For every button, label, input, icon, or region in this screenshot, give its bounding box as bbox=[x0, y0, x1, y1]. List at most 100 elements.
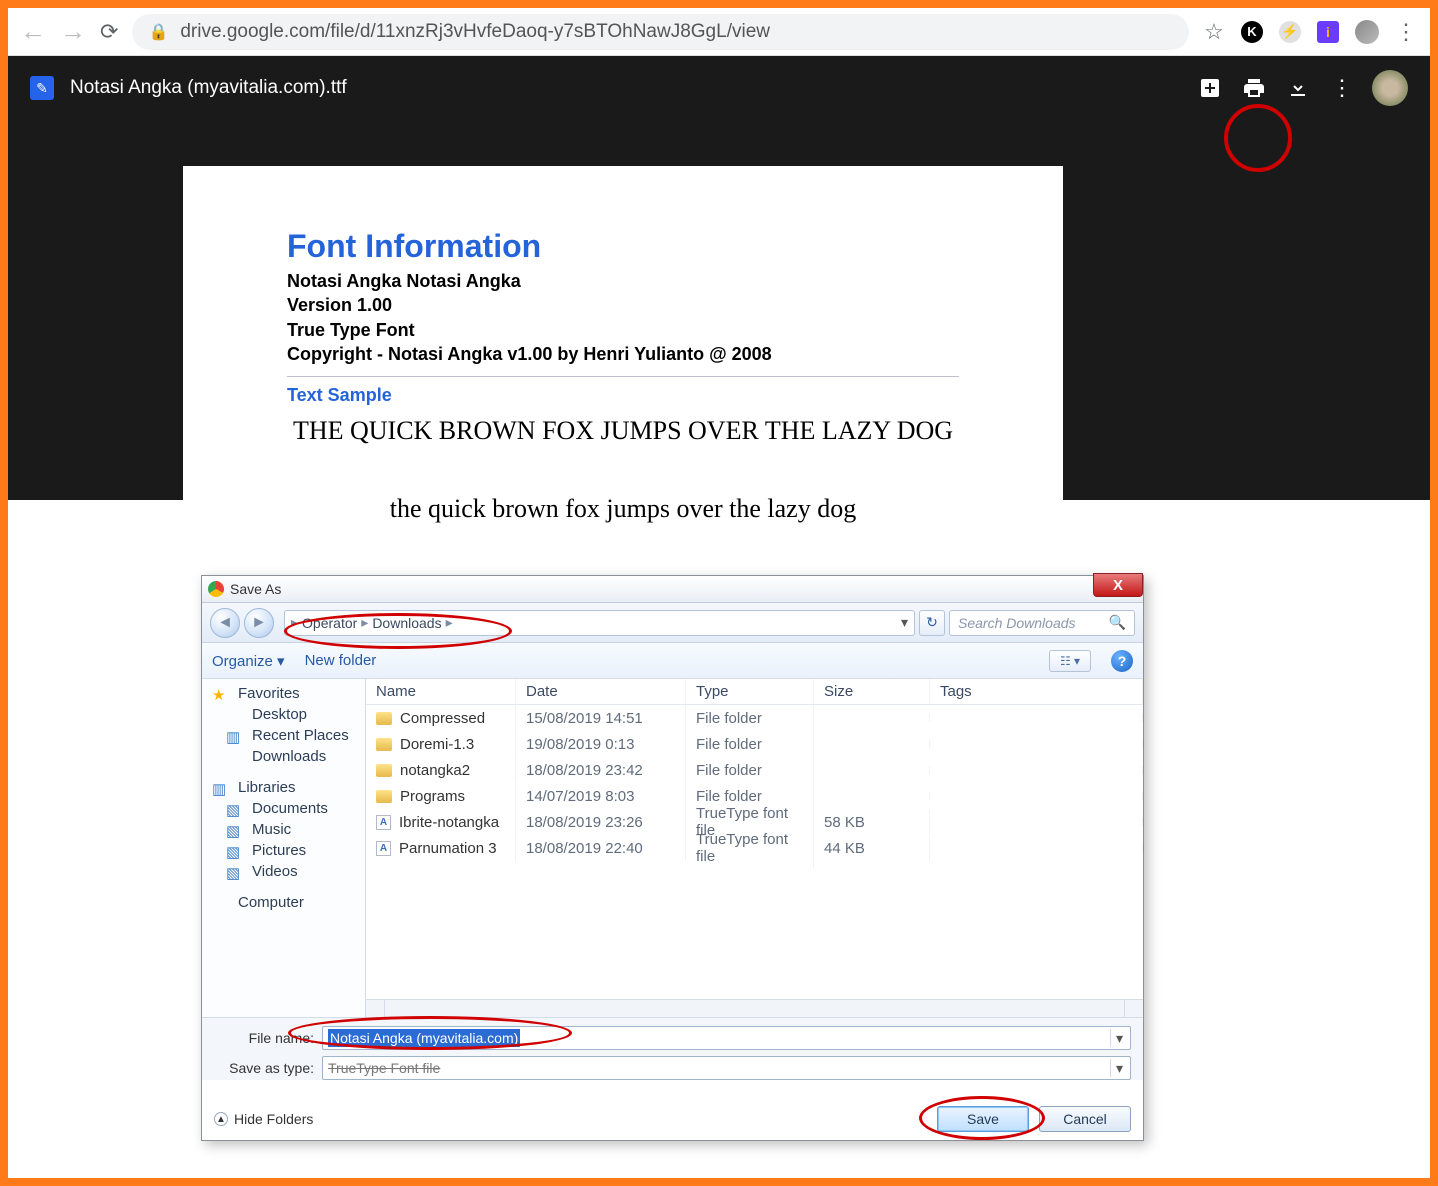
preview-heading: Font Information bbox=[287, 228, 959, 265]
file-tags bbox=[930, 714, 1143, 722]
dialog-bottom-row: ▲ Hide Folders Save Cancel bbox=[202, 1086, 1143, 1142]
preview-meta-line: Notasi Angka Notasi Angka bbox=[287, 269, 959, 293]
breadcrumb-segment[interactable]: Downloads bbox=[372, 615, 441, 631]
col-tags[interactable]: Tags bbox=[930, 679, 1143, 704]
savetype-label: Save as type: bbox=[214, 1060, 322, 1076]
drive-filename: Notasi Angka (myavitalia.com).ttf bbox=[70, 77, 347, 99]
horizontal-scrollbar[interactable] bbox=[366, 999, 1143, 1017]
nav-documents[interactable]: ▧Documents bbox=[202, 798, 365, 819]
filename-dropdown-icon[interactable]: ▾ bbox=[1110, 1029, 1128, 1047]
print-icon[interactable] bbox=[1240, 74, 1268, 102]
col-type[interactable]: Type bbox=[686, 679, 814, 704]
divider bbox=[287, 376, 959, 377]
file-name: Programs bbox=[400, 788, 465, 805]
file-row[interactable]: AParnumation 318/08/2019 22:40TrueType f… bbox=[366, 835, 1143, 861]
file-name: notangka2 bbox=[400, 762, 470, 779]
profile-avatar[interactable] bbox=[1355, 20, 1379, 44]
collapse-icon: ▲ bbox=[214, 1112, 228, 1126]
nav-forward-button[interactable]: ► bbox=[244, 608, 274, 638]
nav-downloads[interactable]: Downloads bbox=[202, 746, 365, 767]
col-size[interactable]: Size bbox=[814, 679, 930, 704]
forward-button[interactable]: → bbox=[60, 16, 86, 47]
font-file-icon: A bbox=[376, 841, 391, 856]
dialog-tool-row: Organize ▾ New folder ☷ ▾ ? bbox=[202, 643, 1143, 679]
file-type: File folder bbox=[686, 758, 814, 783]
add-to-drive-icon[interactable] bbox=[1196, 74, 1224, 102]
extension-bolt-icon[interactable]: ⚡ bbox=[1279, 21, 1301, 43]
browser-menu-icon[interactable]: ⋮ bbox=[1395, 19, 1418, 45]
nav-pictures[interactable]: ▧Pictures bbox=[202, 840, 365, 861]
nav-desktop[interactable]: Desktop bbox=[202, 704, 365, 725]
save-form: File name: Notasi Angka (myavitalia.com)… bbox=[202, 1017, 1143, 1080]
file-date: 15/08/2019 14:51 bbox=[516, 706, 686, 731]
file-list-pane: Name Date Type Size Tags Compressed15/08… bbox=[366, 679, 1143, 1017]
col-name[interactable]: Name bbox=[366, 679, 516, 704]
view-mode-selector[interactable]: ☷ ▾ bbox=[1049, 650, 1091, 672]
nav-computer[interactable]: Computer bbox=[202, 892, 365, 913]
file-size bbox=[814, 766, 930, 774]
file-type: File folder bbox=[686, 732, 814, 757]
nav-back-button[interactable]: ◄ bbox=[210, 608, 240, 638]
preview-meta-line: Copyright - Notasi Angka v1.00 by Henri … bbox=[287, 342, 959, 366]
font-file-icon: A bbox=[376, 815, 391, 830]
dialog-titlebar: Save As X bbox=[202, 576, 1143, 603]
search-placeholder: Search Downloads bbox=[958, 615, 1076, 631]
google-account-avatar[interactable] bbox=[1372, 70, 1408, 106]
extension-k-icon[interactable]: K bbox=[1241, 21, 1263, 43]
file-size bbox=[814, 714, 930, 722]
file-date: 18/08/2019 22:40 bbox=[516, 836, 686, 861]
save-as-dialog: Save As X ◄ ► ▸ Operator ▸ Downloads ▸ ▾… bbox=[201, 575, 1144, 1141]
preview-meta-line: True Type Font bbox=[287, 318, 959, 342]
file-tags bbox=[930, 792, 1143, 800]
file-size: 58 KB bbox=[814, 810, 930, 835]
file-row[interactable]: Doremi-1.319/08/2019 0:13File folder bbox=[366, 731, 1143, 757]
organize-menu[interactable]: Organize ▾ bbox=[212, 652, 285, 670]
sample-heading: Text Sample bbox=[287, 385, 959, 406]
file-row[interactable]: Compressed15/08/2019 14:51File folder bbox=[366, 705, 1143, 731]
file-size: 44 KB bbox=[814, 836, 930, 861]
file-date: 18/08/2019 23:26 bbox=[516, 810, 686, 835]
search-input[interactable]: Search Downloads 🔍 bbox=[949, 610, 1135, 636]
address-bar[interactable]: 🔒 drive.google.com/file/d/11xnzRj3vHvfeD… bbox=[132, 14, 1189, 50]
new-folder-button[interactable]: New folder bbox=[305, 652, 377, 669]
breadcrumb-segment[interactable]: Operator bbox=[302, 615, 357, 631]
file-row[interactable]: notangka2 18/08/2019 23:42File folder bbox=[366, 757, 1143, 783]
nav-favorites[interactable]: ★Favorites bbox=[202, 683, 365, 704]
extension-i-icon[interactable]: i bbox=[1317, 21, 1339, 43]
savetype-value: TrueType Font file bbox=[328, 1060, 440, 1076]
help-icon[interactable]: ? bbox=[1111, 650, 1133, 672]
filename-label: File name: bbox=[214, 1030, 322, 1046]
reload-button[interactable]: ⟳ bbox=[100, 19, 118, 45]
refresh-button[interactable]: ↻ bbox=[919, 610, 945, 636]
nav-music[interactable]: ▧Music bbox=[202, 819, 365, 840]
nav-libraries[interactable]: ▥Libraries bbox=[202, 777, 365, 798]
file-type: TrueType font file bbox=[686, 827, 814, 869]
folder-icon bbox=[376, 790, 392, 803]
close-button[interactable]: X bbox=[1093, 573, 1143, 597]
chrome-icon bbox=[208, 581, 224, 597]
hide-folders-toggle[interactable]: ▲ Hide Folders bbox=[214, 1111, 313, 1127]
back-button[interactable]: ← bbox=[20, 16, 46, 47]
navigation-pane: ★Favorites Desktop ▥Recent Places Downlo… bbox=[202, 679, 366, 1017]
file-type-icon: ✎ bbox=[30, 76, 54, 100]
savetype-select[interactable]: TrueType Font file ▾ bbox=[322, 1056, 1131, 1080]
col-date[interactable]: Date bbox=[516, 679, 686, 704]
more-actions-icon[interactable]: ⋮ bbox=[1328, 74, 1356, 102]
savetype-dropdown-icon[interactable]: ▾ bbox=[1110, 1059, 1128, 1077]
url-text: drive.google.com/file/d/11xnzRj3vHvfeDao… bbox=[180, 21, 770, 43]
breadcrumb-bar[interactable]: ▸ Operator ▸ Downloads ▸ ▾ bbox=[284, 610, 915, 636]
file-name: Parnumation 3 bbox=[399, 840, 497, 857]
bookmark-star-icon[interactable]: ☆ bbox=[1203, 21, 1225, 43]
nav-recent-places[interactable]: ▥Recent Places bbox=[202, 725, 365, 746]
cancel-button[interactable]: Cancel bbox=[1039, 1106, 1131, 1132]
nav-videos[interactable]: ▧Videos bbox=[202, 861, 365, 882]
preview-meta-line: Version 1.00 bbox=[287, 293, 959, 317]
folder-icon bbox=[376, 712, 392, 725]
save-button[interactable]: Save bbox=[937, 1106, 1029, 1132]
browser-toolbar: ← → ⟳ 🔒 drive.google.com/file/d/11xnzRj3… bbox=[8, 8, 1430, 56]
filename-input[interactable]: Notasi Angka (myavitalia.com) ▾ bbox=[322, 1026, 1131, 1050]
download-icon[interactable] bbox=[1284, 74, 1312, 102]
file-tags bbox=[930, 766, 1143, 774]
file-date: 18/08/2019 23:42 bbox=[516, 758, 686, 783]
dialog-nav-row: ◄ ► ▸ Operator ▸ Downloads ▸ ▾ ↻ Search … bbox=[202, 603, 1143, 643]
